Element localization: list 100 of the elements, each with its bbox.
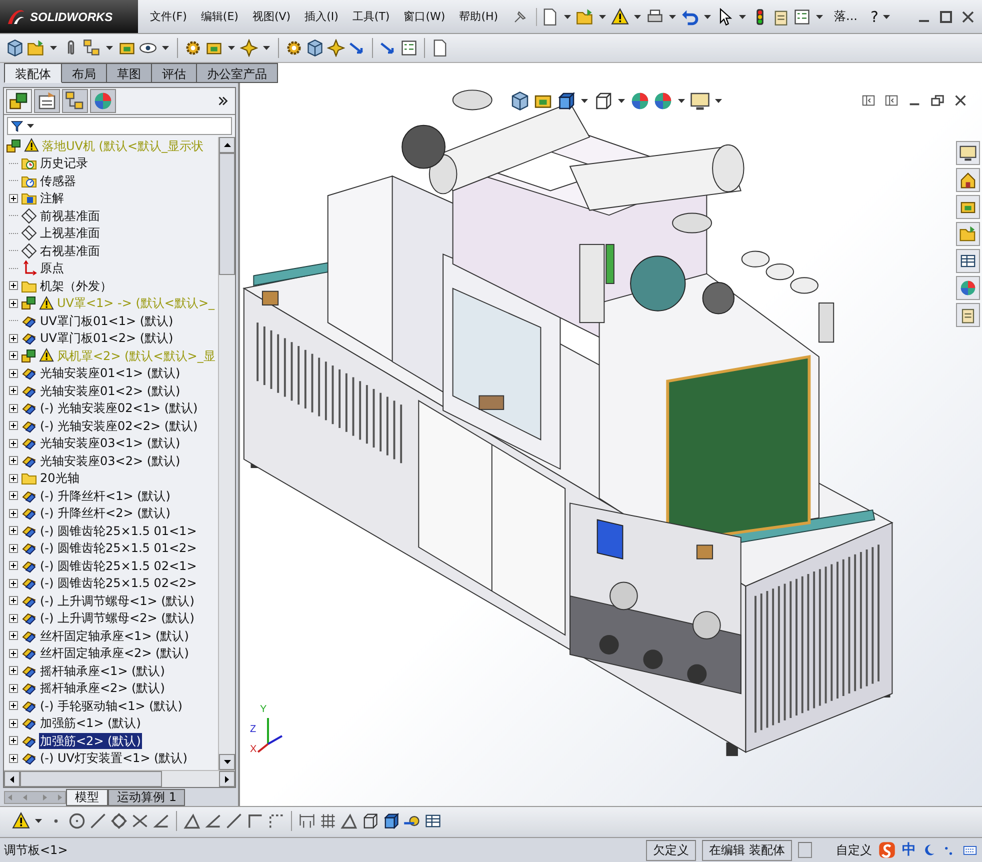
tree-item[interactable]: (-) 光轴安装座02<2> (默认)	[39, 418, 199, 434]
expand-toggle[interactable]	[9, 281, 18, 290]
caret-icon[interactable]	[739, 14, 746, 18]
horizontal-scrollbar[interactable]	[4, 770, 235, 788]
tree-item[interactable]: 光轴安装座03<2> (默认)	[39, 452, 182, 469]
sparkle-icon[interactable]	[327, 38, 345, 57]
shaded-cube-icon[interactable]	[556, 90, 576, 111]
warning-icon[interactable]	[611, 8, 630, 26]
expand-toggle[interactable]	[9, 298, 18, 308]
tree-item[interactable]: 摇杆轴承座<1> (默认)	[39, 662, 166, 679]
menu-item[interactable]: 工具(T)	[352, 9, 390, 24]
filter-icon[interactable]	[11, 120, 23, 132]
menu-item[interactable]: 文件(F)	[150, 9, 187, 24]
wireframe-cube-icon[interactable]	[593, 90, 613, 111]
color-sphere-icon[interactable]	[630, 90, 650, 111]
menu-item[interactable]: 帮助(H)	[459, 9, 498, 24]
sparkle-icon[interactable]	[240, 38, 258, 57]
expand-toggle[interactable]	[9, 351, 18, 360]
expand-toggle[interactable]	[9, 754, 18, 763]
dimension-icon[interactable]	[298, 812, 316, 830]
tree-item[interactable]: (-) 上升调节螺母<1> (默认)	[39, 592, 196, 609]
cube-icon[interactable]	[6, 38, 24, 57]
expand-toggle[interactable]	[9, 561, 18, 570]
caret-icon[interactable]	[106, 46, 113, 50]
table-icon[interactable]	[956, 248, 980, 273]
property-sheet-icon[interactable]	[34, 88, 60, 113]
expand-toggle[interactable]	[9, 736, 18, 746]
status-units[interactable]: 自定义	[836, 842, 872, 859]
expand-toggle[interactable]	[9, 544, 18, 553]
wireframe-cube-icon[interactable]	[361, 812, 379, 830]
expand-toggle[interactable]	[9, 456, 18, 466]
tree-item[interactable]: (-) 上升调节螺母<2> (默认)	[39, 610, 196, 626]
tree-item[interactable]: 原点	[39, 260, 65, 276]
caret-icon[interactable]	[162, 46, 169, 50]
polygon-icon[interactable]	[110, 812, 128, 830]
caret-icon[interactable]	[599, 14, 606, 18]
gear-icon[interactable]	[285, 38, 303, 57]
expand-toggle[interactable]	[9, 578, 18, 588]
down-arrow-icon[interactable]	[224, 760, 230, 764]
caret-icon[interactable]	[704, 14, 712, 18]
tree-item[interactable]: 上视基准面	[39, 225, 101, 242]
open-folder-icon[interactable]	[956, 222, 980, 246]
caret-icon[interactable]	[669, 14, 676, 18]
tree-item[interactable]: 注解	[39, 190, 65, 206]
caret-icon[interactable]	[564, 14, 572, 18]
close-icon[interactable]	[953, 92, 968, 108]
corner-icon[interactable]	[246, 812, 264, 830]
caret-icon[interactable]	[263, 46, 270, 50]
angle-icon[interactable]	[204, 812, 222, 830]
home-icon[interactable]	[956, 168, 980, 192]
caret-icon[interactable]	[228, 46, 235, 50]
cube-icon[interactable]	[306, 38, 324, 57]
scroll-thumb[interactable]	[20, 771, 162, 788]
angle-icon[interactable]	[152, 812, 170, 830]
grid-icon[interactable]	[319, 812, 337, 830]
caret-icon[interactable]	[816, 14, 824, 18]
menu-item[interactable]: 视图(V)	[252, 9, 291, 24]
expand-toggle[interactable]	[9, 631, 18, 640]
moon-icon[interactable]	[922, 843, 936, 858]
filter-field[interactable]	[7, 116, 232, 135]
tree-item[interactable]: 摇杆轴承座<2> (默认)	[39, 680, 166, 696]
tree-item[interactable]: 光轴安装座03<1> (默认)	[39, 435, 182, 452]
triangle-icon[interactable]	[340, 812, 358, 830]
expand-toggle[interactable]	[9, 194, 18, 203]
expand-toggle[interactable]	[9, 684, 18, 693]
caret-icon[interactable]	[35, 819, 42, 824]
tree-item[interactable]: 历史记录	[39, 155, 89, 172]
line-icon[interactable]	[89, 812, 107, 830]
undo-icon[interactable]	[681, 8, 700, 26]
command-tab[interactable]: 装配体	[4, 62, 62, 83]
expand-toggle[interactable]	[9, 491, 18, 500]
tree-item[interactable]: UV罩门板01<2> (默认)	[39, 330, 174, 346]
model-tab[interactable]: 运动算例 1	[108, 788, 186, 806]
tree-item[interactable]: 20光轴	[39, 470, 80, 486]
caret-icon[interactable]	[883, 14, 890, 18]
config-tree-icon[interactable]	[62, 88, 88, 113]
tree-item[interactable]: 右视基准面	[39, 242, 101, 259]
expand-toggle[interactable]	[9, 334, 18, 343]
menu-item[interactable]: 插入(I)	[304, 9, 338, 24]
shaded-cube-icon[interactable]	[382, 812, 400, 830]
checklist-icon[interactable]	[400, 38, 418, 57]
tree-item[interactable]: (-) 光轴安装座02<1> (默认)	[39, 400, 199, 416]
triangle-icon[interactable]	[183, 812, 201, 830]
tree-item[interactable]: (-) 升降丝杆<1> (默认)	[39, 488, 172, 504]
clipboard-icon[interactable]	[956, 302, 980, 327]
line-icon[interactable]	[225, 812, 243, 830]
tree-item[interactable]: UV罩门板01<1> (默认)	[39, 312, 174, 329]
tree-item[interactable]: (-) 圆锥齿轮25×1.5 02<1>	[39, 558, 198, 574]
tree-item[interactable]: (-) 升降丝杆<2> (默认)	[39, 505, 172, 522]
expand-toggle[interactable]	[9, 438, 18, 448]
ime-mode[interactable]: 中	[902, 841, 916, 860]
expand-toggle[interactable]	[9, 526, 18, 536]
maximize-icon[interactable]	[938, 8, 954, 24]
double-chevron-icon[interactable]	[217, 94, 229, 107]
tree-item[interactable]: 前视基准面	[39, 208, 101, 224]
caret-icon[interactable]	[618, 98, 625, 103]
expand-toggle[interactable]	[9, 386, 18, 396]
tree-item[interactable]: 丝杆固定轴承座<2> (默认)	[39, 645, 190, 662]
tree-item[interactable]: 丝杆固定轴承座<1> (默认)	[39, 628, 190, 644]
expand-toggle[interactable]	[9, 666, 18, 676]
